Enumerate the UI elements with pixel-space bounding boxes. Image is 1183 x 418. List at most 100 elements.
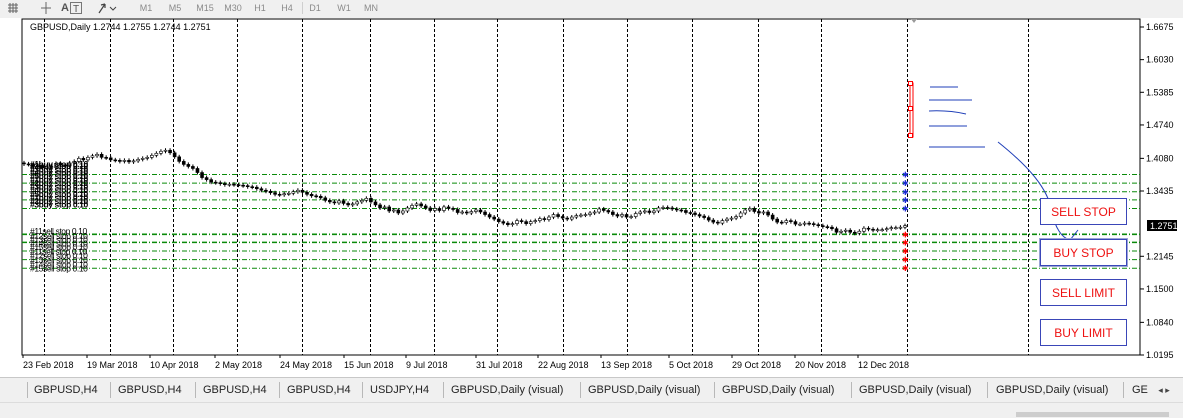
date-label: 12 Dec 2018 — [858, 360, 909, 370]
candle-body — [679, 209, 684, 212]
timeframe-d1[interactable]: D1 — [305, 0, 325, 16]
tab-gbpusd-daily-visual-1[interactable]: GBPUSD,Daily (visual) — [451, 382, 563, 398]
candle-body — [565, 217, 570, 220]
candle-body — [871, 228, 875, 231]
timeframe-mn[interactable]: MN — [360, 0, 382, 16]
candle-body — [483, 211, 487, 215]
candle-body — [551, 214, 556, 218]
timeframe-h1[interactable]: H1 — [250, 0, 270, 16]
candle-body — [433, 208, 437, 211]
chart-header: GBPUSD,Daily 1.2744 1.2755 1.2744 1.2751 — [30, 22, 211, 32]
tab-gbpusd-daily-visual-4[interactable]: GBPUSD,Daily (visual) — [859, 382, 971, 398]
candle-body — [588, 212, 592, 215]
price-chart[interactable]: ✱✱✱✱✱✱✱✱✱✱ #1buy stop 0.10#2buy stop 0.1… — [0, 18, 1183, 377]
sell-limit-level-1 — [908, 81, 913, 86]
timeframe-m5[interactable]: M5 — [163, 0, 187, 16]
text-tool-icon[interactable]: T — [68, 1, 84, 15]
tab-gbpusd-daily-visual-3[interactable]: GBPUSD,Daily (visual) — [722, 382, 834, 398]
candle-body — [227, 183, 232, 186]
candle-body — [606, 210, 611, 213]
price-label: 1.5385 — [1146, 87, 1174, 97]
sell-limit-level-2 — [908, 106, 913, 111]
tab-usdjpy-h4[interactable]: USDJPY,H4 — [370, 382, 429, 398]
candle-body — [866, 227, 871, 230]
candle-body — [469, 211, 474, 214]
buy-limit-button[interactable]: BUY LIMIT — [1040, 319, 1127, 346]
candle-body — [597, 208, 601, 213]
tab-truncated[interactable]: GE — [1132, 382, 1148, 398]
sell-stop-order-label: #15sell stop 0.10 — [30, 264, 88, 274]
crosshair-icon[interactable] — [40, 1, 52, 15]
buy-stop-button[interactable]: BUY STOP — [1040, 239, 1127, 266]
candle-body — [209, 179, 213, 183]
candle-body — [236, 184, 241, 186]
chart-toolbar: A T M1 M5 M15 M30 H1 H4 D1 W1 MN — [0, 0, 1183, 19]
candle-body — [825, 226, 830, 228]
candle-body — [706, 217, 711, 221]
candle-body — [716, 221, 720, 224]
candle-body — [583, 214, 588, 216]
candle-body — [592, 211, 597, 214]
candle-body — [487, 214, 492, 218]
tab-scroll-arrows-icon[interactable]: ◂ ▸ — [1151, 382, 1177, 398]
tab-gbpusd-h4-1[interactable]: GBPUSD,H4 — [34, 382, 98, 398]
candle-body — [364, 198, 369, 201]
grid-tool-icon[interactable] — [6, 1, 20, 15]
candle-body — [620, 214, 624, 217]
candle-body — [802, 222, 807, 225]
sell-stop-button[interactable]: SELL STOP — [1040, 198, 1127, 225]
candle-body — [168, 149, 172, 154]
candle-body — [177, 156, 182, 162]
candle-body — [127, 160, 131, 163]
candle-body — [309, 193, 314, 197]
candle-body — [510, 223, 515, 225]
candle-body — [350, 203, 355, 206]
candle-body — [579, 214, 583, 217]
candle-body — [884, 228, 889, 231]
candle-body — [779, 221, 784, 224]
candle-body — [300, 189, 305, 193]
candle-body — [410, 205, 414, 209]
scrollbar-thumb[interactable] — [1016, 412, 1169, 417]
candle-body — [259, 188, 264, 191]
candle-body — [277, 193, 282, 196]
candle-body — [496, 218, 501, 222]
candle-body — [798, 223, 802, 226]
timeframe-w1[interactable]: W1 — [333, 0, 355, 16]
candle-body — [286, 192, 291, 195]
candle-body — [747, 208, 752, 211]
date-label: 31 Jul 2018 — [476, 360, 523, 370]
candle-body — [752, 208, 757, 212]
candle-body — [341, 200, 346, 204]
timeframe-m15[interactable]: M15 — [192, 0, 218, 16]
candle-body — [702, 215, 706, 218]
candle-body — [629, 216, 633, 218]
tab-gbpusd-daily-visual-5[interactable]: GBPUSD,Daily (visual) — [996, 382, 1108, 398]
timeframe-h4[interactable]: H4 — [277, 0, 297, 16]
candle-body — [656, 207, 661, 212]
arrow-tool-icon[interactable] — [95, 1, 119, 15]
horizontal-scrollbar[interactable] — [0, 402, 1183, 418]
candle-body — [547, 216, 551, 220]
candle-body — [273, 192, 277, 195]
sell-limit-button[interactable]: SELL LIMIT — [1040, 279, 1127, 306]
timeframe-m1[interactable]: M1 — [134, 0, 158, 16]
tab-gbpusd-daily-visual-2[interactable]: GBPUSD,Daily (visual) — [588, 382, 700, 398]
candle-body — [839, 230, 843, 233]
price-label: 1.6030 — [1146, 55, 1174, 65]
candle-body — [665, 207, 670, 209]
tab-gbpusd-h4-3[interactable]: GBPUSD,H4 — [203, 382, 267, 398]
tab-gbpusd-h4-4[interactable]: GBPUSD,H4 — [287, 382, 351, 398]
candle-body — [437, 208, 442, 211]
date-label: 10 Apr 2018 — [150, 360, 199, 370]
candle-body — [131, 160, 136, 163]
candle-body — [446, 206, 451, 209]
candle-body — [318, 196, 323, 199]
candle-body — [305, 191, 309, 195]
date-label: 24 May 2018 — [280, 360, 332, 370]
candle-body — [506, 222, 510, 225]
tab-gbpusd-h4-2[interactable]: GBPUSD,H4 — [118, 382, 182, 398]
candle-body — [880, 229, 884, 232]
candle-body — [163, 149, 168, 152]
timeframe-m30[interactable]: M30 — [220, 0, 246, 16]
